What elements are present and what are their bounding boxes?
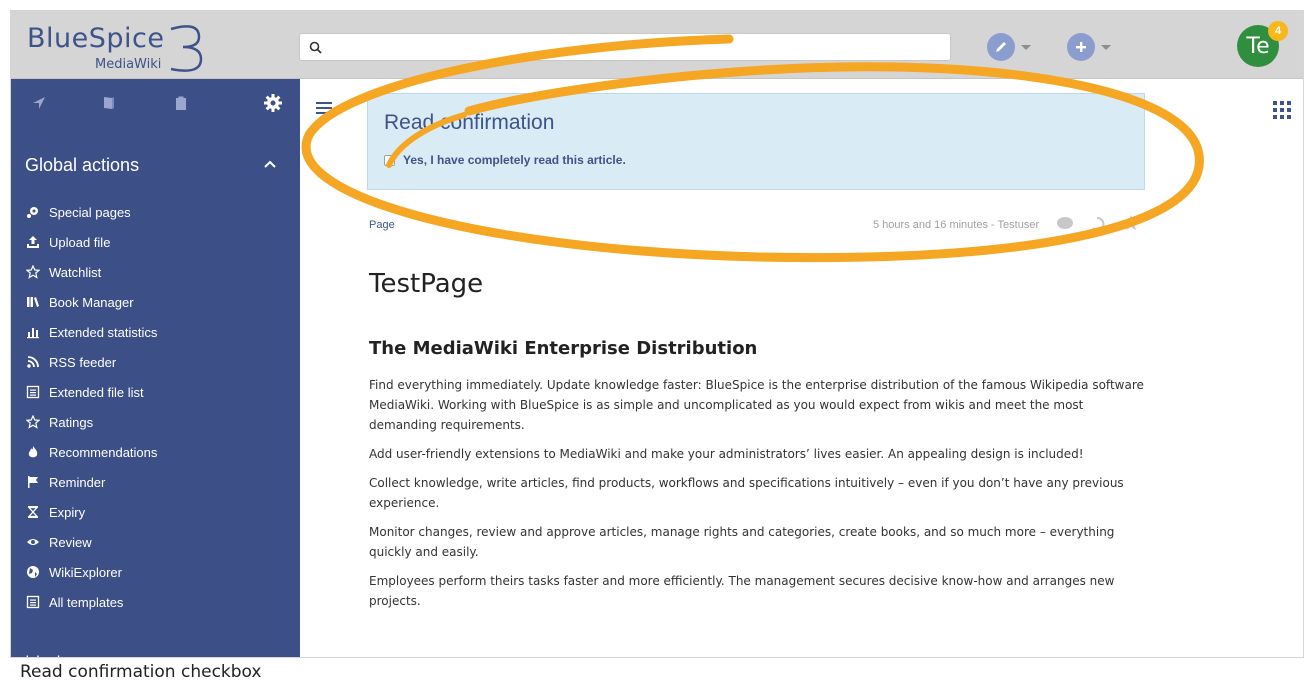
sidebar-item-extended-statistics[interactable]: Extended statistics [25,317,157,347]
sidebar-item-wikiexplorer[interactable]: WikiExplorer [25,557,157,587]
sidebar-item-label: Upload file [49,234,111,250]
star-icon[interactable] [1123,215,1139,230]
sidebar-item-label: Book Manager [49,294,134,310]
star-outline-icon [25,264,41,280]
app-frame: BlueSpice MediaWiki Te 4 Global actions … [10,10,1304,658]
sidebar-item-all-templates[interactable]: All templates [25,587,157,617]
refresh-icon[interactable] [1092,217,1105,231]
hourglass-icon [25,504,41,520]
book-icon[interactable] [97,91,121,115]
list-icon [25,594,41,610]
search-box[interactable] [299,33,951,61]
sidebar-item-label: Ratings [49,414,94,430]
sidebar-item-rss-feeder[interactable]: RSS feeder [25,347,157,377]
last-edit-info[interactable]: 5 hours and 16 minutes - Testuser [873,219,1039,231]
chevron-down-icon [1021,44,1031,50]
sidebar-item-label: Extended file list [49,384,144,400]
notification-badge[interactable]: 4 [1268,21,1288,41]
flame-icon [25,444,41,460]
create-menu-button[interactable] [1067,33,1111,61]
pencil-icon [987,33,1015,61]
read-confirmation-panel: Read confirmation Yes, I have completely… [367,93,1145,190]
plus-icon [1067,33,1095,61]
sidebar-item-watchlist[interactable]: Watchlist [25,257,157,287]
sidebar-item-label: RSS feeder [49,354,117,370]
hamburger-icon[interactable] [316,101,332,115]
sidebar-item-label: All templates [49,594,124,610]
paragraph: Add user-friendly extensions to MediaWik… [369,447,1084,461]
apps-grid-icon[interactable] [1273,101,1291,119]
read-confirmation-title: Read confirmation [384,111,555,134]
section-heading: The MediaWiki Enterprise Distribution [369,338,758,359]
read-confirmation-checkbox[interactable] [384,155,395,166]
breadcrumb[interactable]: Page [369,219,395,231]
search-input[interactable] [330,37,940,57]
page-actions [1057,215,1139,231]
globe-icon [25,564,41,580]
page-title: TestPage [369,269,484,299]
sidebar-item-label: WikiExplorer [49,564,122,580]
bar-chart-icon [25,324,41,340]
gear-icon[interactable] [261,91,285,115]
chevron-down-icon [1101,44,1111,50]
article-body: Find everything immediately. Update know… [369,375,1149,620]
chevron-up-icon[interactable] [263,159,277,169]
list-icon [25,384,41,400]
global-actions-menu: Special pages Upload file Watchlist Book… [25,197,157,617]
logo-subtext: MediaWiki [95,57,162,72]
read-confirmation-checkbox-label[interactable]: Yes, I have completely read this article… [403,153,626,167]
sidebar-tabs [11,79,300,127]
edit-menu-button[interactable] [987,33,1031,61]
sidebar-item-recommendations[interactable]: Recommendations [25,437,157,467]
sidebar-item-expiry[interactable]: Expiry [25,497,157,527]
sidebar-item-label: Watchlist [49,264,102,280]
eye-icon [25,534,41,550]
paragraph: Employees perform theirs tasks faster an… [369,574,1115,608]
logo[interactable]: BlueSpice MediaWiki [27,23,207,73]
flag-icon [25,474,41,490]
sidebar-item-label: Recommendations [49,444,158,460]
top-bar: BlueSpice MediaWiki Te 4 [11,11,1303,79]
sidebar-item-label: Special pages [49,204,131,220]
paragraph: Monitor changes, review and approve arti… [369,525,1115,559]
special-pages-icon [25,204,41,220]
paragraph: Find everything immediately. Update know… [369,378,1144,432]
comment-icon[interactable] [1057,217,1073,229]
figure-caption: Read confirmation checkbox [20,662,262,682]
sidebar-item-special-pages[interactable]: Special pages [25,197,157,227]
sidebar-item-label: Expiry [49,504,86,520]
logo-text: BlueSpice [27,23,165,54]
upload-icon [25,234,41,250]
sidebar-item-book-manager[interactable]: Book Manager [25,287,157,317]
search-icon [309,41,322,54]
sidebar-item-label: Review [49,534,92,550]
sidebar-item-review[interactable]: Review [25,527,157,557]
sidebar-item-reminder[interactable]: Reminder [25,467,157,497]
clipboard-icon[interactable] [169,91,193,115]
sidebar-item-label: Extended statistics [49,324,158,340]
sidebar: Global actions Special pages Upload file… [11,79,300,658]
sidebar-item-upload-file[interactable]: Upload file [25,227,157,257]
sidebar-item-label: Reminder [49,474,106,490]
logo-three-mark [170,25,203,72]
navigation-icon[interactable] [27,91,51,115]
star-outline-icon [25,414,41,430]
paragraph: Collect knowledge, write articles, find … [369,476,1124,510]
books-icon [25,294,41,310]
sidebar-item-ratings[interactable]: Ratings [25,407,157,437]
sidebar-overflow-hint: ·· · [25,647,67,658]
sidebar-item-extended-file-list[interactable]: Extended file list [25,377,157,407]
global-actions-heading[interactable]: Global actions [25,155,139,176]
rss-icon [25,354,41,370]
